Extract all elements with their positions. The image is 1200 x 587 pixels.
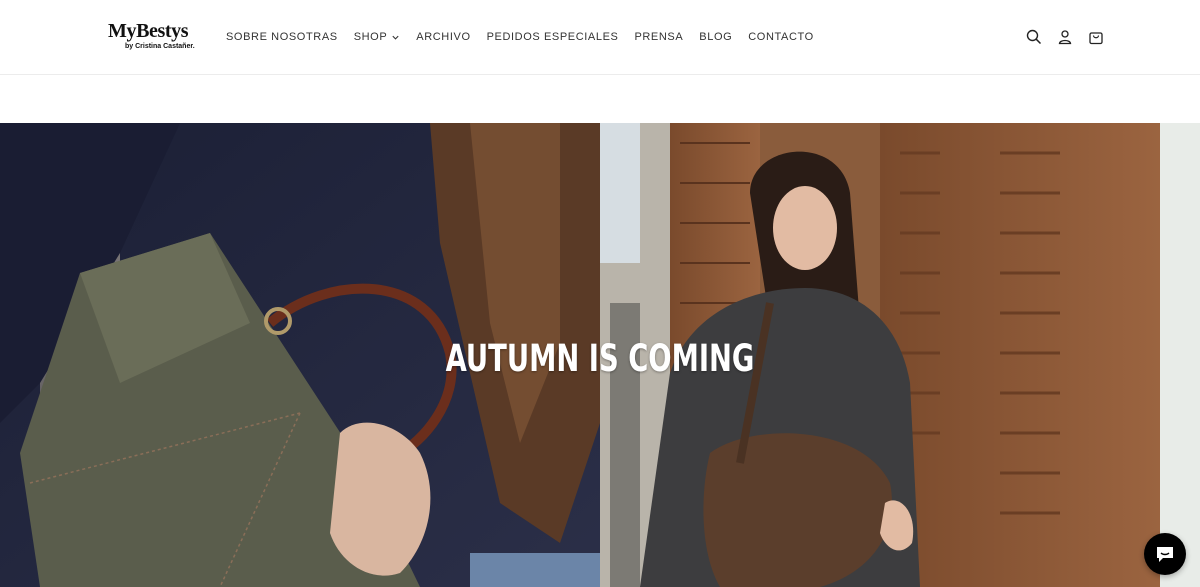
search-icon <box>1026 29 1042 45</box>
site-header: MyBestys by Cristina Castañer. SOBRE NOS… <box>0 0 1200 75</box>
header-actions <box>1024 27 1106 47</box>
nav-item-blog[interactable]: BLOG <box>699 31 732 43</box>
nav-label: PEDIDOS ESPECIALES <box>486 31 619 43</box>
nav-item-pedidos-especiales[interactable]: PEDIDOS ESPECIALES <box>487 31 619 43</box>
chat-button[interactable] <box>1144 533 1186 575</box>
announcement-spacer <box>0 76 1200 123</box>
nav-label: BLOG <box>699 31 733 43</box>
cart-button[interactable] <box>1086 27 1106 47</box>
nav-item-archivo[interactable]: ARCHIVO <box>416 31 470 43</box>
nav-label: SHOP <box>353 31 388 43</box>
nav-label: PRENSA <box>634 31 684 43</box>
nav-item-prensa[interactable]: PRENSA <box>634 31 683 43</box>
chevron-down-icon <box>392 35 399 40</box>
nav-label: ARCHIVO <box>416 31 471 43</box>
main-nav: SOBRE NOSOTRAS SHOP ARCHIVO PEDIDOS ESPE… <box>226 29 814 45</box>
bag-icon <box>1089 32 1103 45</box>
brand-name: MyBestys <box>108 20 189 42</box>
user-icon <box>1058 30 1072 45</box>
brand-tagline: by Cristina Castañer. <box>125 43 195 50</box>
brand-logo[interactable]: MyBestys by Cristina Castañer. <box>108 20 198 54</box>
chat-icon <box>1157 547 1173 562</box>
account-button[interactable] <box>1055 27 1075 47</box>
nav-item-contacto[interactable]: CONTACTO <box>748 31 814 43</box>
nav-item-sobre-nosotras[interactable]: SOBRE NOSOTRAS <box>226 31 338 43</box>
search-button[interactable] <box>1024 27 1044 47</box>
hero-banner[interactable]: AUTUMN IS COMING <box>0 123 1200 587</box>
nav-label: CONTACTO <box>748 31 814 43</box>
hero-heading: AUTUMN IS COMING <box>445 337 755 380</box>
nav-item-shop[interactable]: SHOP <box>354 31 401 43</box>
nav-label: SOBRE NOSOTRAS <box>226 31 338 43</box>
